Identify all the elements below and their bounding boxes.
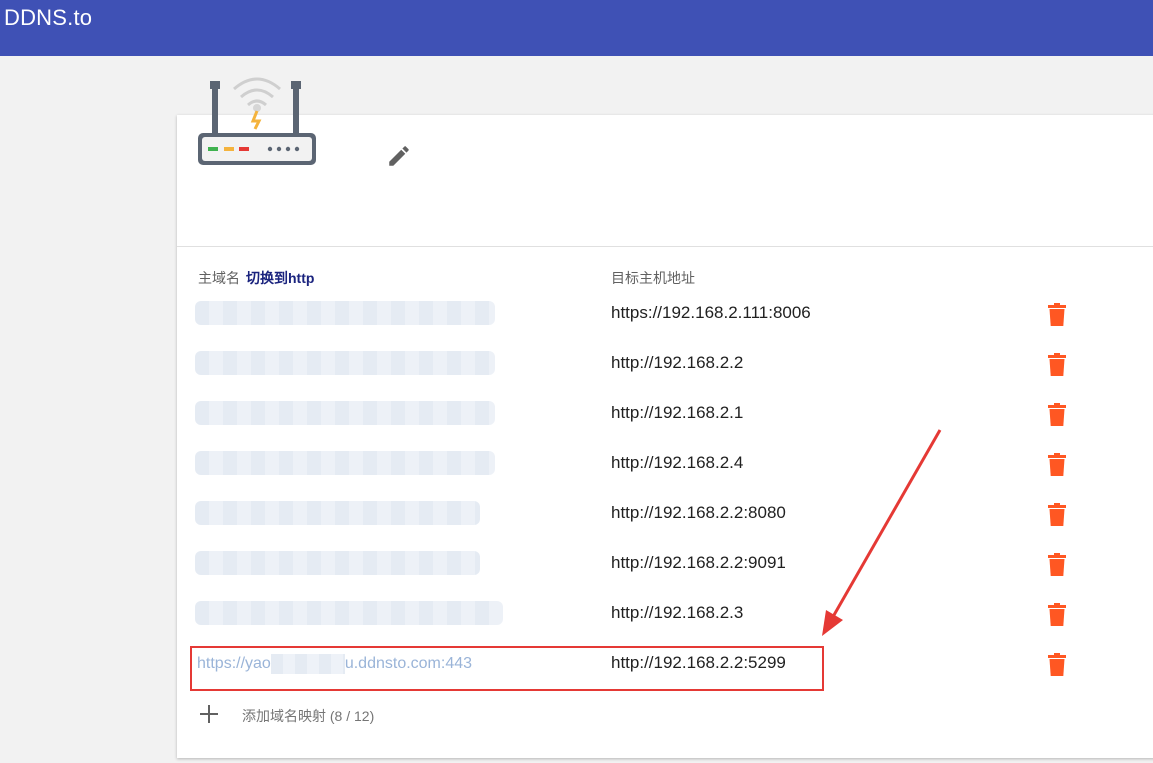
mapping-row: http://192.168.2.3 xyxy=(177,589,1153,639)
add-mapping-label[interactable]: 添加域名映射 (8 / 12) xyxy=(242,706,374,726)
domain-column-header: 主域名 切换到http xyxy=(198,268,314,288)
mapping-row: http://192.168.2.1 xyxy=(177,389,1153,439)
target-address[interactable]: http://192.168.2.2:9091 xyxy=(611,553,786,573)
domain-header-label: 主域名 xyxy=(198,270,240,286)
trash-icon[interactable] xyxy=(1047,303,1067,327)
domain-field-redacted[interactable] xyxy=(195,301,495,325)
trash-icon[interactable] xyxy=(1047,653,1067,677)
domain-field-redacted[interactable] xyxy=(195,551,480,575)
switch-to-http-link[interactable]: 切换到http xyxy=(246,270,314,286)
target-column-header: 目标主机地址 xyxy=(611,270,695,286)
trash-icon[interactable] xyxy=(1047,603,1067,627)
trash-icon[interactable] xyxy=(1047,353,1067,377)
card-divider xyxy=(177,246,1153,247)
mapping-row: http://192.168.2.2 xyxy=(177,339,1153,389)
router-icon xyxy=(198,77,316,165)
trash-icon[interactable] xyxy=(1047,403,1067,427)
target-address[interactable]: http://192.168.2.2 xyxy=(611,353,743,373)
target-address[interactable]: http://192.168.2.1 xyxy=(611,403,743,423)
domain-field-redacted[interactable] xyxy=(195,451,495,475)
highlight-box xyxy=(190,646,824,691)
top-app-bar: DDNS.to xyxy=(0,0,1153,56)
mapping-row: http://192.168.2.2:8080 xyxy=(177,489,1153,539)
mapping-row: http://192.168.2.2:9091 xyxy=(177,539,1153,589)
app-title: DDNS.to xyxy=(4,5,93,30)
mapping-row: https://192.168.2.111:8006 xyxy=(177,289,1153,339)
pencil-icon[interactable] xyxy=(386,143,412,169)
target-address[interactable]: http://192.168.2.2:8080 xyxy=(611,503,786,523)
target-address[interactable]: http://192.168.2.3 xyxy=(611,603,743,623)
domain-field-redacted[interactable] xyxy=(195,351,495,375)
mapping-row: http://192.168.2.4 xyxy=(177,439,1153,489)
plus-icon[interactable] xyxy=(199,704,219,724)
trash-icon[interactable] xyxy=(1047,503,1067,527)
target-address[interactable]: http://192.168.2.4 xyxy=(611,453,743,473)
target-address[interactable]: https://192.168.2.111:8006 xyxy=(611,303,811,323)
trash-icon[interactable] xyxy=(1047,553,1067,577)
domain-field-redacted[interactable] xyxy=(195,501,480,525)
domain-field-redacted[interactable] xyxy=(195,601,503,625)
domain-field-redacted[interactable] xyxy=(195,401,495,425)
trash-icon[interactable] xyxy=(1047,453,1067,477)
